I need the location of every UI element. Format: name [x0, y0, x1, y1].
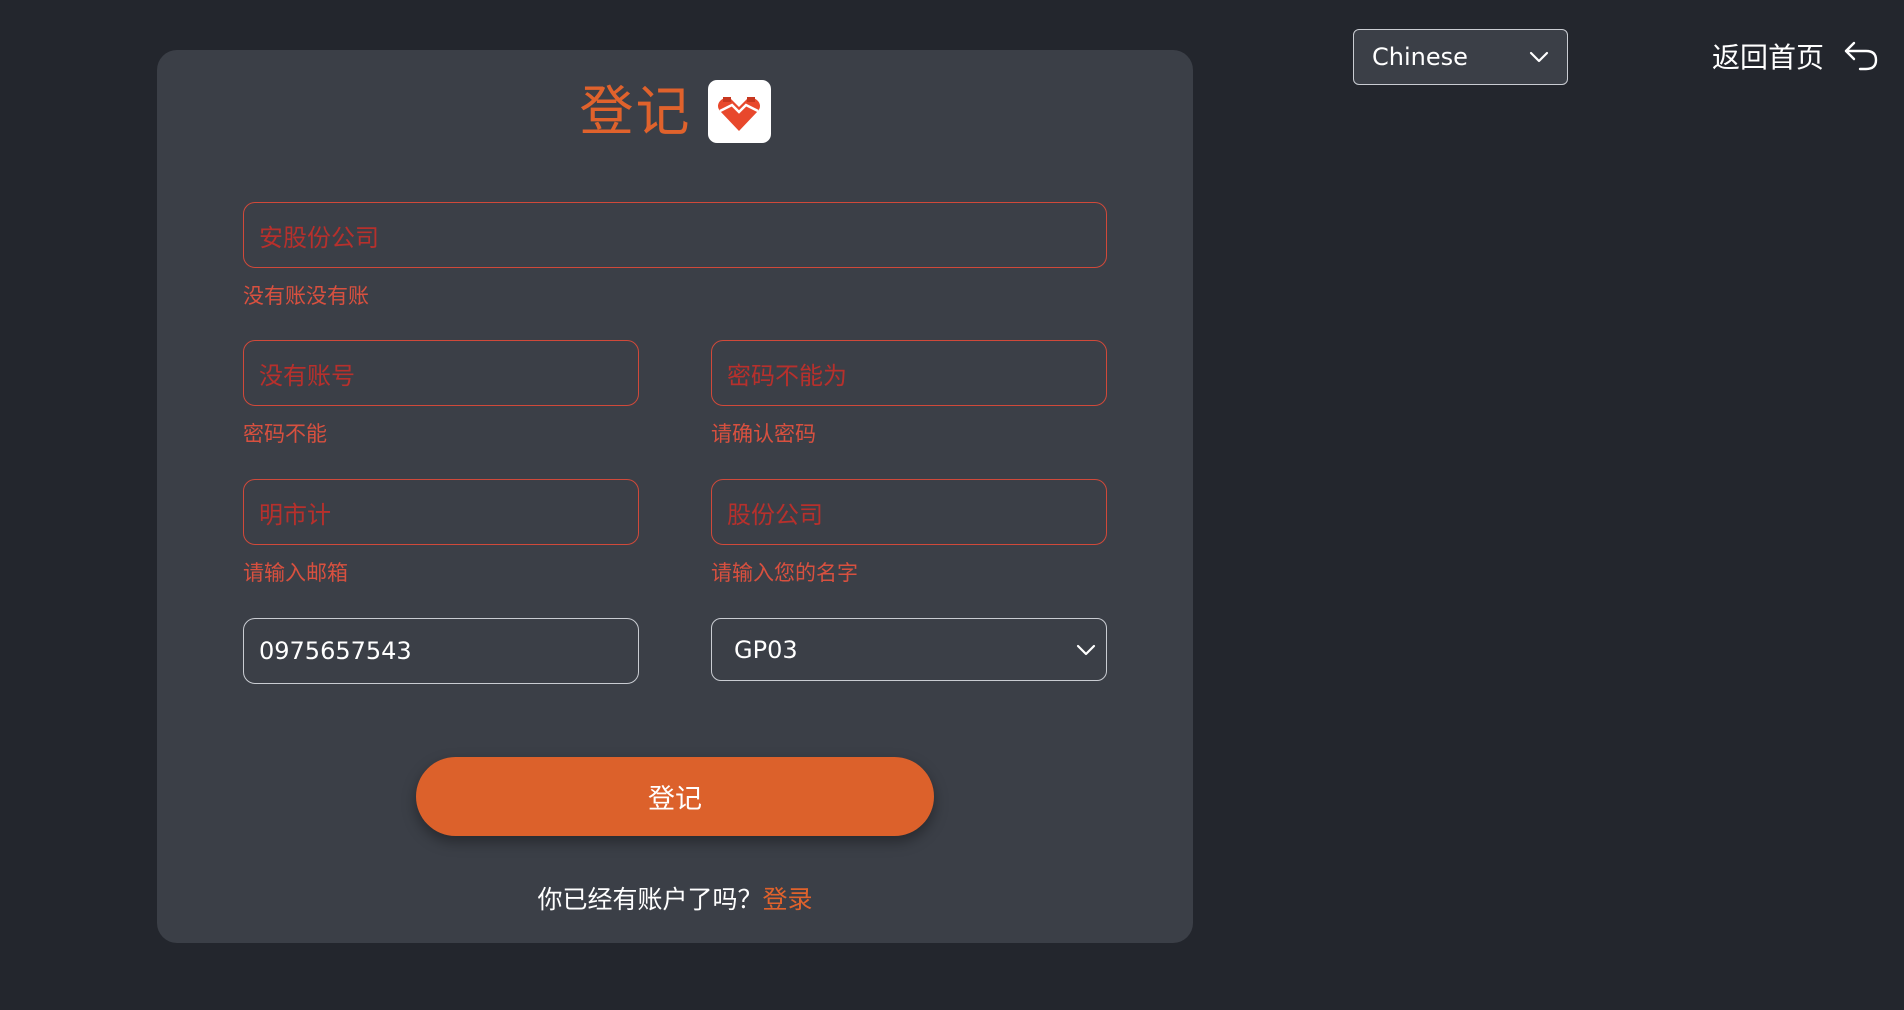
undo-arrow-icon	[1842, 37, 1880, 75]
register-card: 登记 安股份公司 没有账没有账 没有账号 密码不能 密码不能为 请确认密码 明市…	[157, 50, 1193, 943]
phone-input[interactable]: 0975657543	[243, 618, 639, 684]
language-select-value: Chinese	[1372, 43, 1468, 71]
username-error: 密码不能	[243, 422, 327, 446]
back-home-link[interactable]: 返回首页	[1712, 36, 1880, 76]
email-input[interactable]: 明市计	[243, 479, 639, 545]
email-input-placeholder: 明市计	[259, 500, 331, 529]
password-error: 请确认密码	[711, 422, 816, 446]
company-input-placeholder: 安股份公司	[259, 223, 379, 252]
name-error: 请输入您的名字	[711, 561, 858, 585]
heart-logo-icon	[707, 80, 771, 143]
company-error: 没有账没有账	[243, 284, 369, 308]
login-prompt: 你已经有账户了吗？登录	[157, 880, 1193, 916]
username-input-placeholder: 没有账号	[259, 361, 355, 390]
language-select[interactable]: Chinese	[1353, 29, 1568, 85]
group-select-value: GP03	[734, 635, 798, 664]
username-input[interactable]: 没有账号	[243, 340, 639, 406]
password-input[interactable]: 密码不能为	[711, 340, 1107, 406]
register-button-label: 登记	[648, 784, 702, 815]
chevron-down-icon	[1076, 643, 1096, 657]
form-title: 登记	[579, 79, 692, 143]
password-input-placeholder: 密码不能为	[727, 361, 847, 390]
back-home-label: 返回首页	[1712, 41, 1825, 74]
name-input[interactable]: 股份公司	[711, 479, 1107, 545]
phone-input-value: 0975657543	[259, 637, 412, 665]
chevron-down-icon	[1529, 50, 1549, 64]
register-button[interactable]: 登记	[416, 757, 934, 836]
login-link[interactable]: 登录	[763, 885, 813, 914]
form-header: 登记	[157, 80, 1193, 143]
email-error: 请输入邮箱	[243, 561, 348, 585]
login-prompt-text: 你已经有账户了吗？	[537, 885, 763, 914]
company-input[interactable]: 安股份公司	[243, 202, 1107, 268]
group-select[interactable]: GP03	[711, 618, 1107, 681]
name-input-placeholder: 股份公司	[727, 500, 823, 529]
